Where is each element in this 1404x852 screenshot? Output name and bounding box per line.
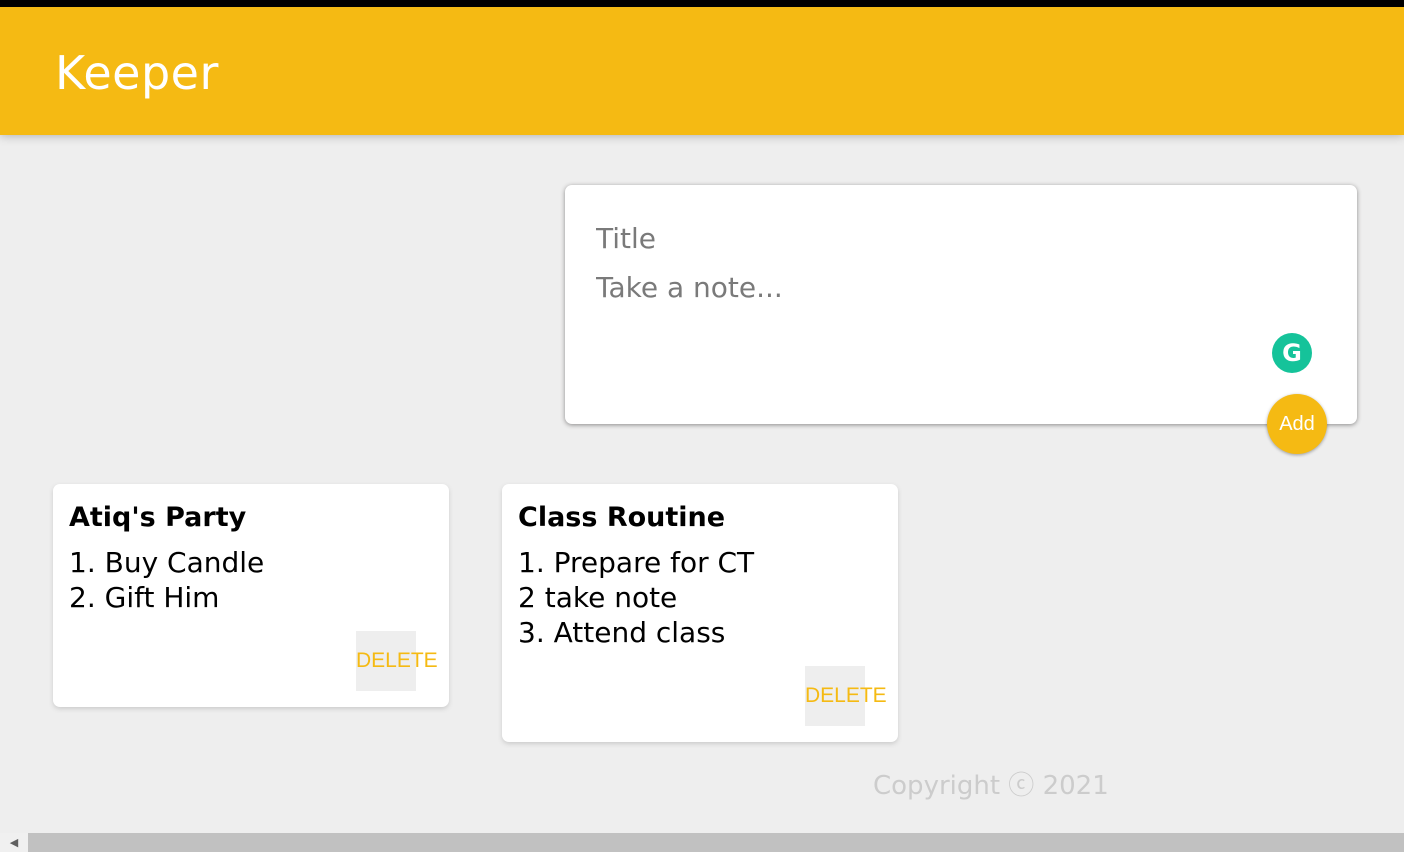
- note-content-line: 2 take note: [518, 581, 678, 614]
- scrollbar-thumb[interactable]: [28, 833, 1404, 852]
- app-title: Keeper: [55, 46, 219, 100]
- create-note-form: G: [565, 185, 1357, 424]
- note-content-line: 1. Buy Candle: [69, 546, 265, 579]
- note-content-line: 3. Attend class: [518, 616, 726, 649]
- footer-copyright: Copyright ⓒ 2021: [873, 771, 1109, 801]
- note-title: Class Routine: [518, 502, 726, 533]
- app-header: Keeper: [0, 7, 1404, 135]
- delete-button[interactable]: DELETE: [805, 666, 887, 726]
- note-content-line: 2. Gift Him: [69, 581, 220, 614]
- window-top-strip: [0, 0, 1404, 7]
- delete-button[interactable]: DELETE: [356, 631, 438, 691]
- note-content-line: 1. Prepare for CT: [518, 546, 755, 579]
- note-card: Class Routine 1. Prepare for CT 2 take n…: [502, 484, 898, 742]
- grammarly-icon[interactable]: G: [1272, 333, 1312, 373]
- add-note-button[interactable]: Add: [1267, 394, 1327, 454]
- note-content-input[interactable]: [596, 271, 1296, 307]
- note-title: Atiq's Party: [69, 502, 247, 533]
- chevron-left-icon[interactable]: ◀: [0, 833, 28, 852]
- note-title-input[interactable]: [596, 220, 1296, 256]
- note-card: Atiq's Party 1. Buy Candle 2. Gift Him D…: [53, 484, 449, 707]
